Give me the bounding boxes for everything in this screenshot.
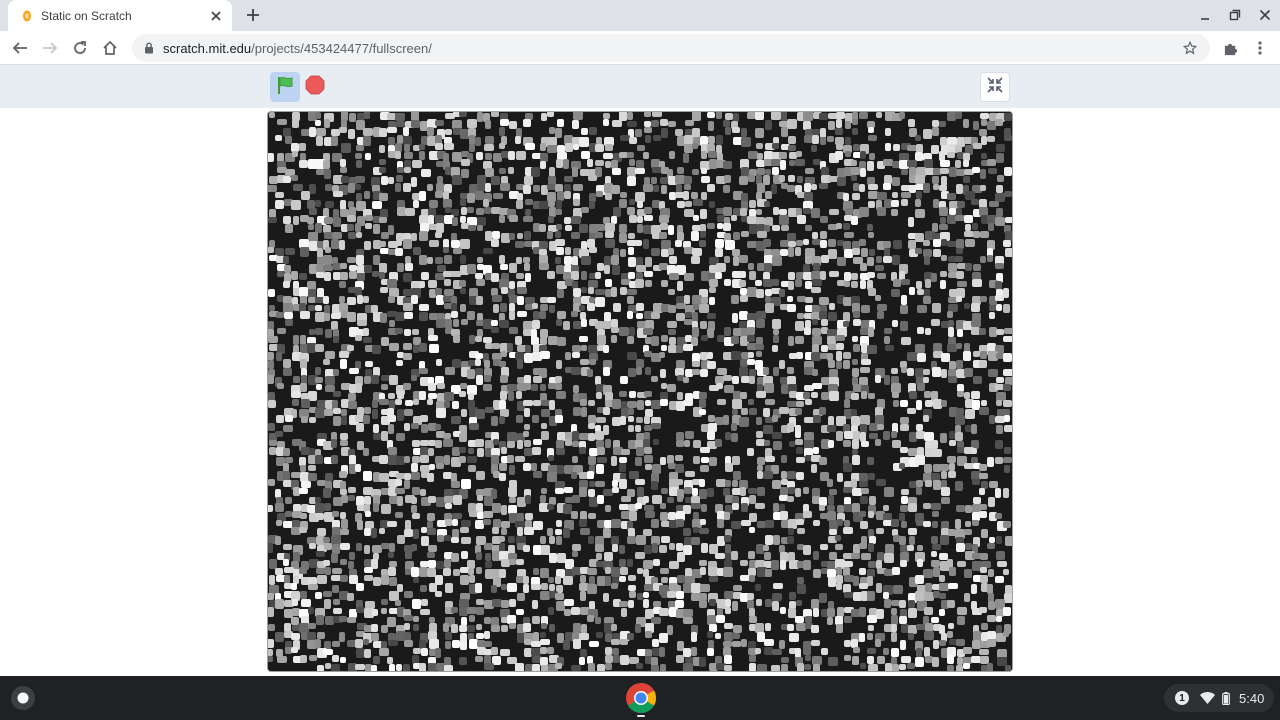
home-icon[interactable] (100, 38, 120, 58)
green-flag-button[interactable] (270, 72, 300, 102)
puzzle-icon[interactable] (1220, 38, 1240, 58)
plus-icon[interactable] (244, 6, 262, 24)
close-icon[interactable] (208, 8, 224, 24)
reload-icon[interactable] (70, 38, 90, 58)
stop-icon (305, 75, 325, 100)
green-flag-icon (275, 75, 295, 100)
static-noise-canvas (268, 112, 1012, 671)
url-path: /projects/453424477/fullscreen/ (251, 40, 432, 56)
tab-title: Static on Scratch (41, 8, 132, 23)
browser-toolbar: scratch.mit.edu/projects/453424477/fulls… (0, 31, 1280, 65)
running-app-indicator (637, 715, 645, 717)
chrome-icon[interactable] (625, 682, 657, 714)
window-close-icon[interactable] (1257, 7, 1273, 23)
url-host: scratch.mit.edu (163, 40, 252, 56)
wifi-icon (1199, 691, 1215, 705)
chromeos-shelf: 1 5:40 (0, 676, 1280, 720)
scratch-stage-header (0, 65, 1280, 108)
kebab-menu-icon[interactable] (1250, 38, 1270, 58)
unfullscreen-icon (987, 76, 1003, 98)
battery-icon (1221, 691, 1231, 705)
address-bar[interactable]: scratch.mit.edu/projects/453424477/fulls… (132, 34, 1210, 62)
url-text: scratch.mit.edu/projects/453424477/fulls… (163, 41, 1182, 56)
stop-button[interactable] (304, 75, 325, 100)
star-icon[interactable] (1182, 40, 1198, 56)
restore-icon[interactable] (1227, 7, 1243, 23)
launcher-icon[interactable] (10, 685, 36, 711)
notification-badge: 1 (1175, 691, 1189, 705)
scratch-cat-icon (22, 10, 32, 22)
lock-icon[interactable] (143, 42, 155, 54)
clock-time: 5:40 (1239, 690, 1265, 706)
minimize-icon[interactable] (1197, 7, 1213, 23)
tab-strip: Static on Scratch (0, 0, 1280, 31)
exit-fullscreen-button[interactable] (980, 72, 1010, 102)
arrow-right-icon[interactable] (40, 38, 60, 58)
status-tray[interactable]: 1 5:40 (1164, 684, 1274, 712)
scratch-stage[interactable] (267, 111, 1013, 672)
arrow-left-icon[interactable] (10, 38, 30, 58)
tab-static-on-scratch[interactable]: Static on Scratch (8, 0, 232, 31)
